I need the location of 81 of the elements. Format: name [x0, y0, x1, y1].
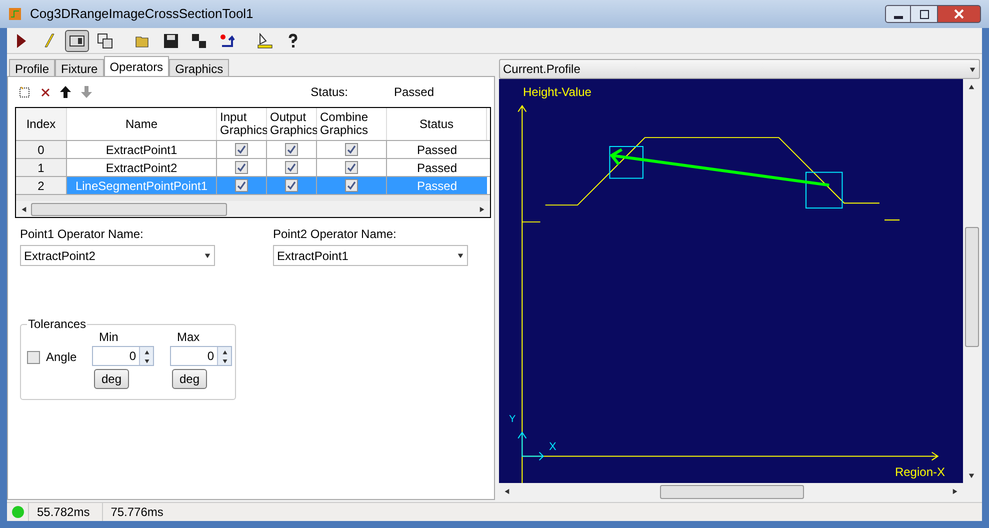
maximize-icon	[920, 10, 928, 18]
timing-text: 55.782ms	[28, 503, 98, 521]
column-header[interactable]: Output Graphics	[267, 108, 317, 140]
checkbox[interactable]	[285, 179, 298, 192]
close-button[interactable]	[937, 5, 981, 23]
minimize-button[interactable]	[885, 5, 911, 23]
table-cell: 1	[16, 159, 67, 176]
unit-button[interactable]: deg	[172, 369, 207, 389]
tab[interactable]: Fixture	[55, 59, 104, 76]
unit-button[interactable]: deg	[94, 369, 129, 389]
table-row[interactable]: 1 ExtractPoint2 Passed	[16, 159, 490, 177]
minimize-icon	[894, 16, 902, 18]
status-label: Status:	[310, 84, 348, 101]
toolbar-button[interactable]	[65, 30, 89, 52]
checkbox[interactable]	[345, 143, 358, 156]
field-label: Point1 Operator Name:	[20, 226, 144, 243]
scroll-down-icon	[968, 472, 975, 479]
horizontal-scrollbar[interactable]	[16, 201, 490, 217]
checkbox[interactable]	[235, 179, 248, 192]
scroll-right-icon	[479, 206, 486, 212]
dropdown-caret-icon	[969, 66, 976, 72]
checkbox[interactable]	[235, 143, 248, 156]
table-cell: LineSegmentPointPoint1	[67, 177, 217, 194]
scrollbar-thumb[interactable]	[964, 227, 978, 347]
scroll-up-icon	[968, 83, 975, 90]
up-caret-icon	[222, 348, 228, 354]
column-label: Min	[99, 329, 118, 346]
new-icon[interactable]	[19, 86, 31, 98]
up-caret-icon	[144, 348, 150, 354]
table-row[interactable]: 2 LineSegmentPointPoint1 Passed	[16, 177, 490, 195]
table-row[interactable]: 0 ExtractPoint1 Passed	[16, 141, 490, 159]
panel-icon	[69, 32, 85, 48]
tab[interactable]: Graphics	[169, 59, 230, 76]
windows-icon	[97, 32, 113, 48]
table-cell: Passed	[387, 177, 487, 194]
operator-dropdown[interactable]: ExtractPoint2	[20, 245, 215, 266]
dropdown-caret-icon	[457, 252, 464, 259]
close-icon	[954, 9, 964, 19]
checkbox[interactable]	[345, 161, 358, 174]
scrollbar-thumb[interactable]	[31, 202, 227, 216]
maximize-button[interactable]	[911, 5, 937, 23]
save-icon	[163, 32, 179, 48]
checkbox[interactable]	[345, 179, 358, 192]
scroll-left-icon	[503, 488, 510, 495]
max-spinbox[interactable]: 0	[170, 346, 232, 366]
profile-selector[interactable]: Current.Profile	[499, 59, 980, 79]
y-axis-label: Height-Value	[523, 84, 592, 101]
checkbox[interactable]	[285, 143, 298, 156]
app-icon	[8, 7, 22, 21]
angle-checkbox[interactable]	[27, 350, 40, 364]
dropdown-caret-icon	[204, 252, 211, 259]
column-label: Max	[177, 329, 200, 346]
down-caret-icon	[144, 358, 150, 364]
timing-text: 75.776ms	[102, 503, 172, 521]
checkbox-label: Angle	[46, 349, 77, 366]
status-value: Passed	[394, 84, 434, 101]
scrollbar-thumb[interactable]	[660, 484, 804, 498]
scroll-right-icon	[952, 488, 959, 495]
status-indicator-icon	[12, 506, 24, 518]
import-icon	[219, 32, 235, 48]
scroll-left-icon	[20, 206, 27, 212]
column-header[interactable]: Combine Graphics	[317, 108, 387, 140]
operator-dropdown[interactable]: ExtractPoint1	[273, 245, 468, 266]
down-arrow-icon[interactable]	[81, 86, 92, 98]
tab[interactable]: Operators	[104, 56, 170, 76]
x-axis-label: Region-X	[894, 464, 945, 481]
y-axis-mark: Y	[509, 415, 516, 425]
delete-icon[interactable]	[41, 88, 50, 96]
down-caret-icon	[222, 358, 228, 364]
group-title: Tolerances	[27, 317, 88, 331]
tab[interactable]: Profile	[9, 59, 56, 76]
x-axis-mark: X	[549, 442, 556, 453]
table-cell: 2	[16, 177, 67, 194]
window-title: Cog3DRangeImageCrossSectionTool1	[30, 5, 254, 24]
column-header[interactable]: Index	[16, 108, 67, 140]
checkbox[interactable]	[235, 161, 248, 174]
table-cell: 0	[16, 141, 67, 158]
min-spinbox[interactable]: 0	[92, 346, 154, 366]
up-arrow-icon[interactable]	[60, 86, 71, 98]
checkbox[interactable]	[285, 161, 298, 174]
field-label: Point2 Operator Name:	[273, 226, 398, 243]
